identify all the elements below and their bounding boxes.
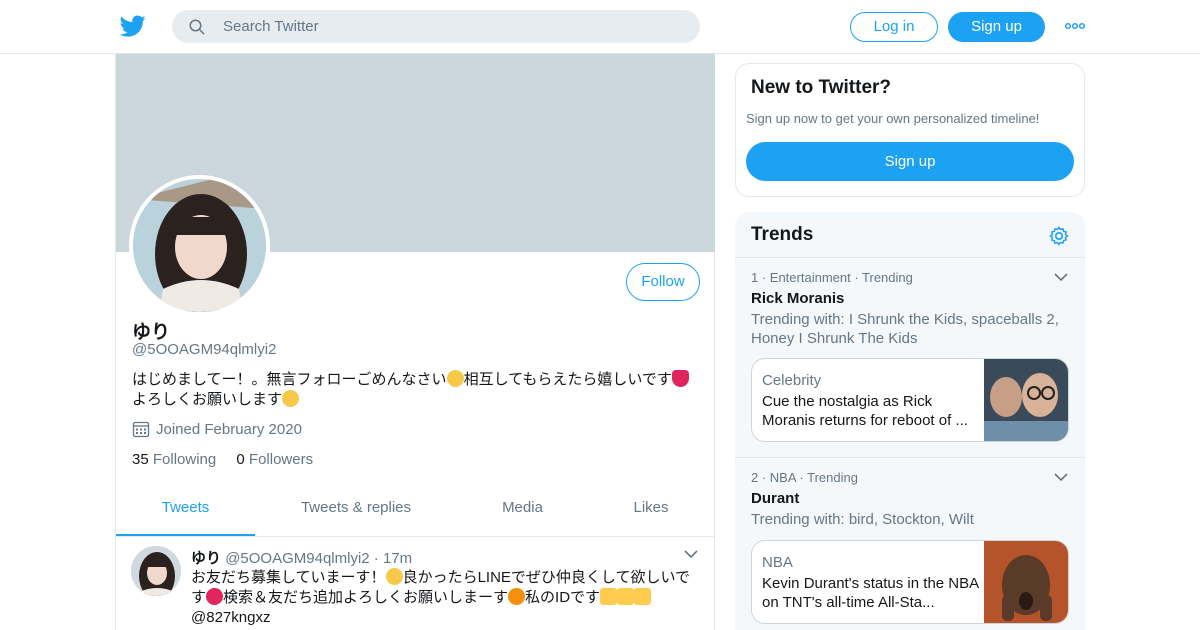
card-category: Celebrity xyxy=(762,372,822,389)
profile-tabs: Tweets Tweets & replies Media Likes xyxy=(116,480,715,537)
calendar-icon xyxy=(132,421,150,438)
news-thumbnail xyxy=(984,359,1068,441)
card-category: NBA xyxy=(762,554,793,571)
chevron-down-icon[interactable] xyxy=(1054,272,1068,282)
search-bar[interactable]: Search Twitter xyxy=(172,10,700,43)
profile-avatar[interactable] xyxy=(129,175,270,316)
login-button[interactable]: Log in xyxy=(850,12,938,42)
news-thumbnail xyxy=(984,541,1068,623)
sad-face-emoji-icon xyxy=(446,370,464,387)
signup-card-subtitle: Sign up now to get your own personalized… xyxy=(746,111,1040,126)
profile-column: Follow ゆり @5OOAGM94qlmlyi2 はじめましてー！。無言フォ… xyxy=(115,54,715,630)
followers-stat[interactable]: 0 Followers xyxy=(236,451,313,468)
trends-panel: Trends 1 · Entertainment · Trending Rick… xyxy=(735,212,1085,630)
trend-with: Trending with: I Shrunk the Kids, spaceb… xyxy=(751,311,1059,347)
trend-item[interactable]: 1 · Entertainment · Trending Rick Morani… xyxy=(735,257,1085,457)
trends-title: Trends xyxy=(751,224,814,245)
two-hearts-emoji-icon xyxy=(206,588,224,605)
tweet-separator: · xyxy=(373,550,379,567)
trend-meta: 1 · Entertainment · Trending xyxy=(751,270,913,285)
tweet-time[interactable]: 17m xyxy=(383,550,412,567)
tweet-avatar[interactable] xyxy=(131,546,181,596)
profile-bio: はじめましてー！。無言フォローごめんなさい 相互してもらえたら嬉しいです よろしく… xyxy=(132,370,707,410)
signup-card-title: New to Twitter? xyxy=(751,77,892,98)
profile-name: ゆり xyxy=(132,322,171,343)
tab-media[interactable]: Media xyxy=(476,480,569,536)
more-dots-icon[interactable] xyxy=(1065,22,1085,30)
twitter-bird-icon[interactable] xyxy=(120,13,146,39)
chevron-down-icon[interactable] xyxy=(684,549,698,559)
lion-face-emoji-icon xyxy=(508,588,526,605)
tab-likes[interactable]: Likes xyxy=(616,480,686,536)
trend-item[interactable]: 2 · NBA · Trending Durant Trending with:… xyxy=(735,457,1085,630)
followers-label: Followers xyxy=(248,451,314,468)
tab-tweets[interactable]: Tweets xyxy=(116,480,255,536)
gear-icon[interactable] xyxy=(1048,225,1070,247)
tweet-header: ゆり @5OOAGM94qlmlyi2 · 17m xyxy=(191,547,412,568)
pointing-hand-emoji-icon xyxy=(634,588,652,605)
trend-meta: 2 · NBA · Trending xyxy=(751,470,858,485)
new-to-twitter-card: New to Twitter? Sign up now to get your … xyxy=(735,63,1085,197)
bio-text: よろしくお願いします xyxy=(132,391,283,408)
top-navigation-bar: Search Twitter Log in Sign up xyxy=(0,0,1200,54)
chevron-down-icon[interactable] xyxy=(1054,472,1068,482)
bio-text: 相互してもらえたら嬉しいです xyxy=(463,371,672,388)
smiling-face-emoji-icon xyxy=(282,390,300,407)
bio-text: はじめましてー！。無言フォローごめんなさい xyxy=(132,371,447,388)
search-input[interactable]: Search Twitter xyxy=(223,18,319,35)
following-count: 35 xyxy=(132,451,149,468)
trend-news-card[interactable]: Celebrity Cue the nostalgia as Rick Mora… xyxy=(751,358,1069,442)
card-headline: Kevin Durant's status in the NBA on TNT'… xyxy=(762,575,979,611)
following-label: Following xyxy=(152,451,217,468)
tweet[interactable]: ゆり @5OOAGM94qlmlyi2 · 17m お友だち募集していまーす！ 良… xyxy=(116,537,715,630)
trend-with: Trending with: bird, Stockton, Wilt xyxy=(751,511,974,528)
tab-tweets-and-replies[interactable]: Tweets & replies xyxy=(276,480,436,536)
red-heart-emoji-icon xyxy=(671,370,689,387)
tweet-mention[interactable]: @827kngxz xyxy=(191,609,270,626)
signup-card-button[interactable]: Sign up xyxy=(746,142,1074,181)
pointing-hand-emoji-icon xyxy=(600,588,618,605)
search-icon xyxy=(189,19,205,35)
tweet-author-handle[interactable]: @5OOAGM94qlmlyi2 xyxy=(225,550,369,567)
following-stat[interactable]: 35 Following xyxy=(132,451,216,468)
tweet-text-part: 検索＆友だち追加よろしくお願いしまーす xyxy=(223,589,509,606)
tweet-text: お友だち募集していまーす！ 良かったらLINEでぜひ仲良くして欲しいで す検索＆友… xyxy=(191,568,701,628)
profile-handle: @5OOAGM94qlmlyi2 xyxy=(132,341,277,358)
trend-news-card[interactable]: NBA Kevin Durant's status in the NBA on … xyxy=(751,540,1069,624)
follow-button[interactable]: Follow xyxy=(626,263,700,301)
tweet-author-name[interactable]: ゆり xyxy=(191,550,221,567)
signup-button[interactable]: Sign up xyxy=(948,12,1045,42)
profile-joined: Joined February 2020 xyxy=(132,420,302,438)
tweet-text-part: す xyxy=(191,589,207,606)
pointing-hand-emoji-icon xyxy=(617,588,635,605)
joined-date: Joined February 2020 xyxy=(156,421,302,438)
tweet-text-part: 私のIDです xyxy=(525,589,601,606)
profile-stats: 35 Following 0 Followers xyxy=(132,451,329,468)
followers-count: 0 xyxy=(236,451,245,468)
tweet-text-part: お友だち募集していまーす！ xyxy=(191,569,386,586)
trend-name: Durant xyxy=(751,490,800,507)
trend-name: Rick Moranis xyxy=(751,290,845,307)
card-headline: Cue the nostalgia as Rick Moranis return… xyxy=(762,393,968,429)
smiling-face-with-hearts-emoji-icon xyxy=(385,568,403,585)
tweet-text-part: 良かったらLINEでぜひ仲良くして欲しいで xyxy=(402,569,691,586)
